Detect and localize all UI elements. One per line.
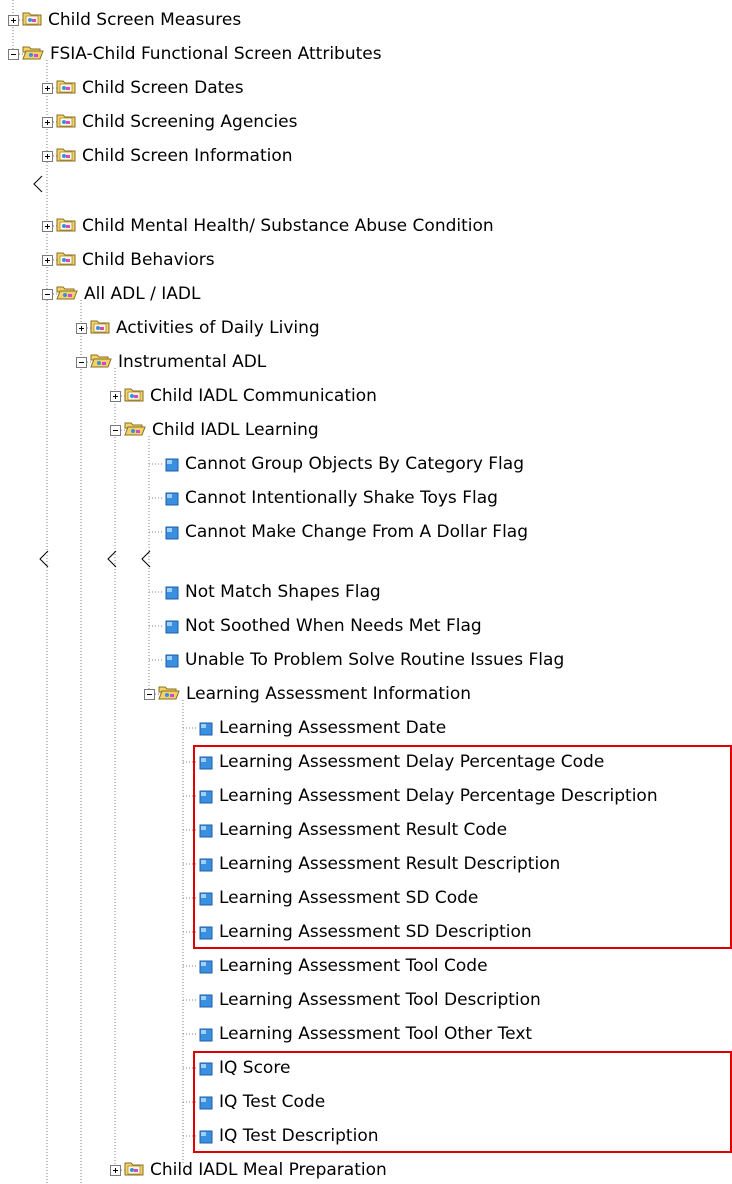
collapse-icon[interactable] [76, 357, 87, 368]
tree-node-label: Child Screen Measures [48, 10, 242, 30]
collapse-icon[interactable] [8, 49, 19, 60]
tree-node-learning-assessment-information[interactable]: Learning Assessment Information [158, 681, 471, 707]
open-folder-icon [90, 352, 112, 373]
expand-icon[interactable] [42, 255, 53, 266]
field-icon [165, 525, 179, 540]
tree-view: Child Screen Measures FSIA-Child Functio… [0, 0, 732, 1184]
tree-node-label: Learning Assessment Tool Other Text [219, 1024, 533, 1044]
tree-node-activities-of-daily-living[interactable]: Activities of Daily Living [90, 315, 320, 341]
tree-node-child-screening-agencies[interactable]: Child Screening Agencies [56, 109, 297, 135]
tree-node-child-iadl-learning[interactable]: Child IADL Learning [124, 417, 319, 443]
tree-node-label: Child Screen Dates [82, 78, 244, 98]
tree-node-label: Activities of Daily Living [116, 318, 320, 338]
tree-node-label: Cannot Intentionally Shake Toys Flag [185, 488, 498, 508]
tree-node-learning-assessment-tool-other-text[interactable]: Learning Assessment Tool Other Text [197, 1021, 532, 1047]
field-icon [165, 619, 179, 634]
folder-icon [124, 386, 144, 407]
folder-icon [124, 1160, 144, 1181]
tree-node-label: Child Screening Agencies [82, 112, 298, 132]
field-icon [199, 959, 213, 974]
tree-node-child-behaviors[interactable]: Child Behaviors [56, 247, 215, 273]
tree-node-label: Learning Assessment Tool Description [219, 990, 541, 1010]
folder-icon [56, 112, 76, 133]
tree-node-learning-assessment-tool-code[interactable]: Learning Assessment Tool Code [197, 953, 488, 979]
tree-node-label: Child Behaviors [82, 250, 215, 270]
tree-node-label: Cannot Make Change From A Dollar Flag [185, 522, 528, 542]
tree-node-label: Child Screen Information [82, 146, 293, 166]
collapse-icon[interactable] [144, 689, 155, 700]
tree-node-child-screen-measures[interactable]: Child Screen Measures [22, 7, 241, 33]
iq-fields-group-highlight [193, 1051, 732, 1153]
break-marker [33, 175, 43, 193]
folder-icon [56, 216, 76, 237]
expand-icon[interactable] [110, 1165, 121, 1176]
tree-node-label: Learning Assessment Information [186, 684, 471, 704]
collapse-icon[interactable] [42, 289, 53, 300]
tree-node-label: Child IADL Communication [150, 386, 377, 406]
tree-node-learning-assessment-date[interactable]: Learning Assessment Date [197, 715, 446, 741]
tree-node-not-match-shapes-flag[interactable]: Not Match Shapes Flag [163, 579, 381, 605]
tree-node-child-mental-health-substance-abuse-condition[interactable]: Child Mental Health/ Substance Abuse Con… [56, 213, 494, 239]
tree-node-instrumental-adl[interactable]: Instrumental ADL [90, 349, 266, 375]
tree-node-child-iadl-meal-preparation[interactable]: Child IADL Meal Preparation [124, 1157, 387, 1183]
tree-node-fsia-child-functional-screen-attributes[interactable]: FSIA-Child Functional Screen Attributes [22, 41, 382, 67]
tree-node-cannot-make-change-from-a-dollar-flag[interactable]: Cannot Make Change From A Dollar Flag [163, 519, 528, 545]
learning-assessment-delay-result-sd-group-highlight [193, 745, 732, 949]
tree-node-child-screen-information[interactable]: Child Screen Information [56, 143, 293, 169]
expand-icon[interactable] [110, 391, 121, 402]
tree-node-label: Cannot Group Objects By Category Flag [185, 454, 524, 474]
tree-node-child-screen-dates[interactable]: Child Screen Dates [56, 75, 244, 101]
tree-node-label: Child IADL Meal Preparation [150, 1160, 387, 1180]
expand-icon[interactable] [42, 221, 53, 232]
field-icon [165, 491, 179, 506]
tree-node-label: Instrumental ADL [118, 352, 267, 372]
expand-icon[interactable] [42, 151, 53, 162]
tree-node-child-iadl-communication[interactable]: Child IADL Communication [124, 383, 377, 409]
folder-icon [56, 78, 76, 99]
field-icon [165, 653, 179, 668]
tree-node-label: All ADL / IADL [84, 284, 201, 304]
expand-icon[interactable] [42, 83, 53, 94]
field-icon [165, 457, 179, 472]
field-icon [199, 993, 213, 1008]
folder-icon [56, 146, 76, 167]
folder-icon [90, 318, 110, 339]
tree-node-label: Not Soothed When Needs Met Flag [185, 616, 482, 636]
tree-node-label: Learning Assessment Tool Code [219, 956, 488, 976]
tree-node-label: Child IADL Learning [152, 420, 319, 440]
break-marker [107, 550, 117, 568]
tree-node-cannot-group-objects-by-category-flag[interactable]: Cannot Group Objects By Category Flag [163, 451, 524, 477]
tree-node-all-adl-iadl[interactable]: All ADL / IADL [56, 281, 200, 307]
tree-node-label: Not Match Shapes Flag [185, 582, 381, 602]
folder-icon [56, 250, 76, 271]
open-folder-icon [158, 684, 180, 705]
open-folder-icon [124, 420, 146, 441]
tree-node-not-soothed-when-needs-met-flag[interactable]: Not Soothed When Needs Met Flag [163, 613, 482, 639]
expand-icon[interactable] [76, 323, 87, 334]
open-folder-icon [56, 284, 78, 305]
tree-node-label: Learning Assessment Date [219, 718, 447, 738]
collapse-icon[interactable] [110, 425, 121, 436]
field-icon [199, 1027, 213, 1042]
expand-icon[interactable] [42, 117, 53, 128]
tree-node-label: FSIA-Child Functional Screen Attributes [50, 44, 382, 64]
tree-node-learning-assessment-tool-description[interactable]: Learning Assessment Tool Description [197, 987, 541, 1013]
open-folder-icon [22, 44, 44, 65]
field-icon [199, 721, 213, 736]
folder-icon [22, 10, 42, 31]
tree-node-label: Child Mental Health/ Substance Abuse Con… [82, 216, 494, 236]
tree-node-unable-to-problem-solve-routine-issues-flag[interactable]: Unable To Problem Solve Routine Issues F… [163, 647, 564, 673]
tree-node-label: Unable To Problem Solve Routine Issues F… [185, 650, 565, 670]
field-icon [165, 585, 179, 600]
expand-icon[interactable] [8, 15, 19, 26]
tree-node-cannot-intentionally-shake-toys-flag[interactable]: Cannot Intentionally Shake Toys Flag [163, 485, 498, 511]
